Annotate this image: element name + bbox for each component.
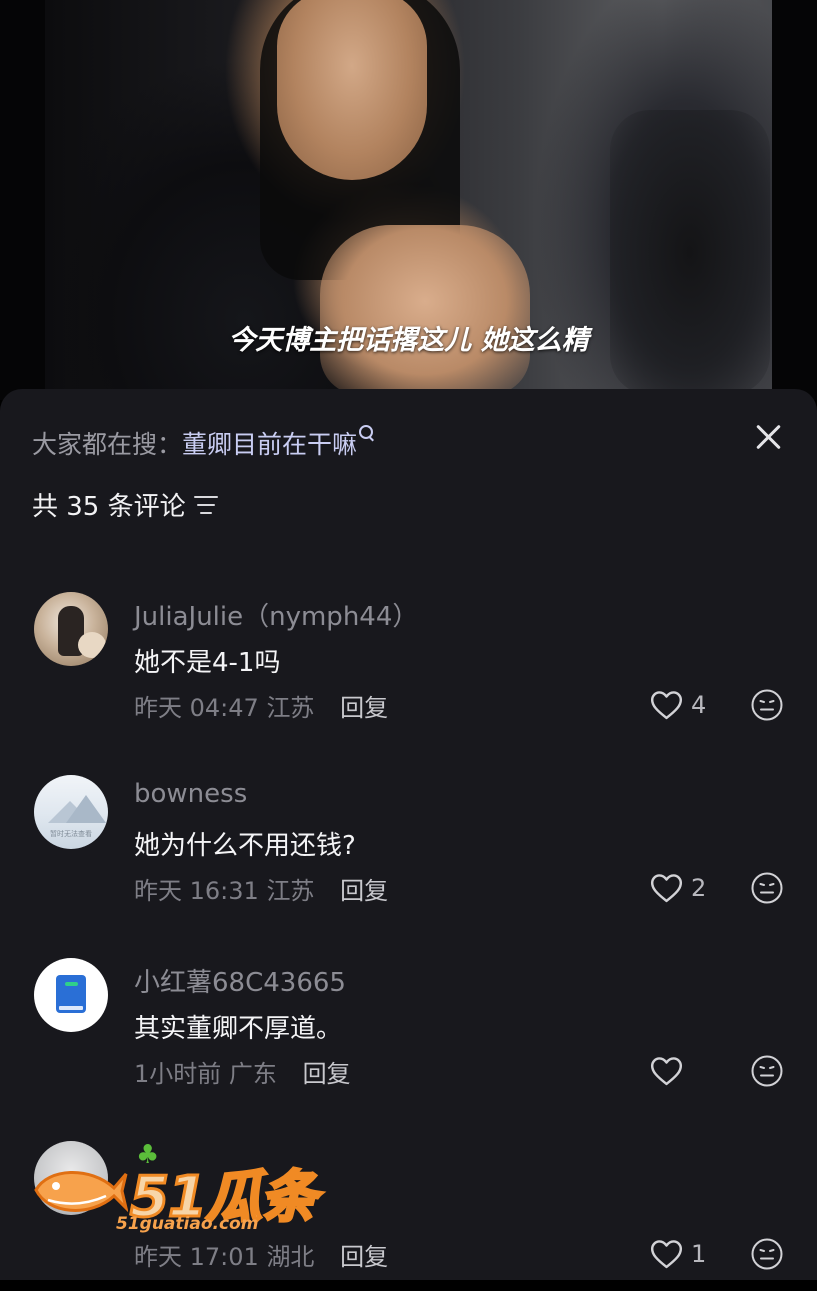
trending-search-keyword[interactable]: 董卿目前在干嘛: [182, 430, 357, 459]
comment-time: 昨天 17:01: [134, 1243, 259, 1271]
like-count: 2: [691, 874, 707, 902]
comment-username[interactable]: JuliaJulie（nymph44）: [134, 596, 418, 633]
comment-meta: 昨天 17:01 湖北 回复: [134, 1237, 388, 1272]
comment-time: 昨天 16:31: [134, 877, 259, 905]
video-player[interactable]: 今天博主把话撂这儿 她这么精: [0, 0, 817, 400]
comment-text: 其实董卿不厚道。: [134, 1014, 343, 1044]
video-subtitle: 今天博主把话撂这儿 她这么精: [228, 325, 589, 356]
comment-meta: 昨天 04:47 江苏 回复: [134, 688, 388, 723]
heart-icon: [650, 691, 683, 720]
search-icon: [359, 425, 374, 439]
like-count: 1: [691, 1240, 707, 1268]
heart-icon: [650, 1057, 683, 1086]
avatar[interactable]: [34, 592, 108, 666]
watermark-logo: ♣ 51瓜条 51guatiao.com: [28, 1140, 328, 1240]
reply-button[interactable]: 回复: [340, 694, 388, 722]
book-icon: [56, 975, 86, 1013]
reply-button[interactable]: 回复: [303, 1060, 351, 1088]
comment-time: 1小时前: [134, 1060, 222, 1088]
trending-search[interactable]: 大家都在搜：董卿目前在干嘛: [32, 425, 374, 461]
comment-item: JuliaJulie（nymph44） 她不是4-1吗 昨天 04:47 江苏 …: [0, 592, 817, 742]
avatar[interactable]: 暂时无法查看: [34, 775, 108, 849]
person-hand-gesture: [320, 225, 530, 395]
comment-text: 她为什么不用还钱?: [134, 831, 356, 861]
comment-location: 广东: [228, 1060, 277, 1088]
heart-icon: [650, 1240, 683, 1269]
comment-count[interactable]: 共 35 条评论: [32, 486, 218, 523]
comment-item: 小红薯68C43665 其实董卿不厚道。 1小时前 广东 回复: [0, 958, 817, 1108]
heart-icon: [650, 874, 683, 903]
comment-count-label: 共 35 条评论: [32, 492, 186, 522]
sort-icon[interactable]: [193, 496, 218, 514]
comment-meta: 昨天 16:31 江苏 回复: [134, 871, 388, 906]
like-count: 4: [691, 691, 707, 719]
avatar-unavailable-text: 暂时无法查看: [50, 830, 92, 838]
comment-item: 暂时无法查看 bowness 她为什么不用还钱? 昨天 16:31 江苏 回复 …: [0, 775, 817, 925]
watermark-url: 51guatiao.com: [116, 1214, 259, 1234]
close-icon[interactable]: [751, 419, 787, 455]
fish-logo-icon: [34, 1171, 128, 1213]
reply-button[interactable]: 回复: [340, 1243, 388, 1271]
comment-time: 昨天 04:47: [134, 694, 259, 722]
comment-text: 她不是4-1吗: [134, 648, 281, 678]
emoji-react-icon[interactable]: [750, 871, 784, 905]
emoji-react-icon[interactable]: [750, 688, 784, 722]
avatar[interactable]: [34, 958, 108, 1032]
comment-location: 江苏: [266, 877, 315, 905]
reply-button[interactable]: 回复: [340, 877, 388, 905]
comment-location: 湖北: [266, 1243, 315, 1271]
like-button[interactable]: 4: [650, 688, 706, 722]
comment-username[interactable]: 小红薯68C43665: [134, 962, 346, 999]
comment-meta: 1小时前 广东 回复: [134, 1054, 351, 1089]
like-button[interactable]: [650, 1054, 691, 1088]
emoji-react-icon[interactable]: [750, 1237, 784, 1271]
trending-search-prefix: 大家都在搜：: [32, 430, 183, 459]
like-button[interactable]: 1: [650, 1237, 706, 1271]
comment-location: 江苏: [266, 694, 315, 722]
comment-username[interactable]: bowness: [134, 779, 247, 809]
person-face: [277, 0, 427, 180]
emoji-react-icon[interactable]: [750, 1054, 784, 1088]
like-button[interactable]: 2: [650, 871, 706, 905]
